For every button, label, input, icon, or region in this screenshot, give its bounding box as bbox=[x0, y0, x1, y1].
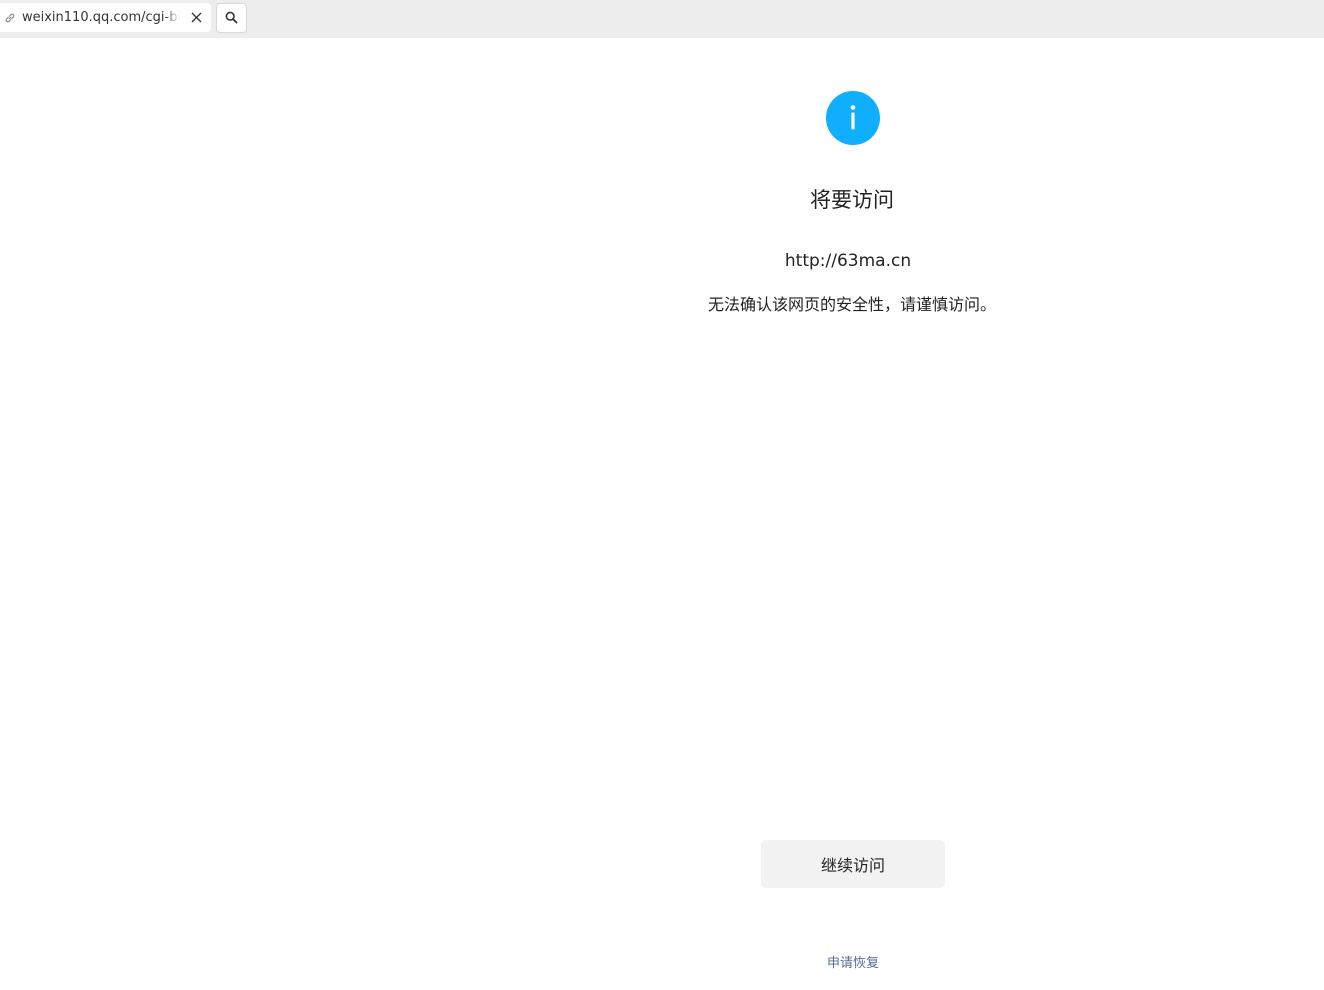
security-warning: 无法确认该网页的安全性，请谨慎访问。 bbox=[707, 295, 996, 314]
close-icon[interactable] bbox=[189, 10, 203, 24]
search-button[interactable] bbox=[216, 3, 247, 33]
address-bar[interactable]: weixin110.qq.com/cgi-bin/mmspamsupport-b… bbox=[0, 3, 211, 32]
redirect-confirm-page: 将要访问 http://63ma.cn 无法确认该网页的安全性，请谨慎访问。 继… bbox=[520, 38, 1184, 990]
appeal-restore-link[interactable]: 申请恢复 bbox=[520, 952, 1186, 971]
info-icon bbox=[826, 91, 880, 145]
link-icon bbox=[2, 10, 18, 26]
search-icon bbox=[225, 9, 238, 28]
page-title: 将要访问 bbox=[810, 188, 894, 212]
browser-toolbar: weixin110.qq.com/cgi-bin/mmspamsupport-b… bbox=[0, 0, 1324, 38]
continue-visit-button[interactable]: 继续访问 bbox=[761, 840, 945, 888]
target-url: http://63ma.cn bbox=[784, 251, 912, 271]
address-text[interactable]: weixin110.qq.com/cgi-bin/mmspamsupport-b… bbox=[22, 10, 180, 25]
